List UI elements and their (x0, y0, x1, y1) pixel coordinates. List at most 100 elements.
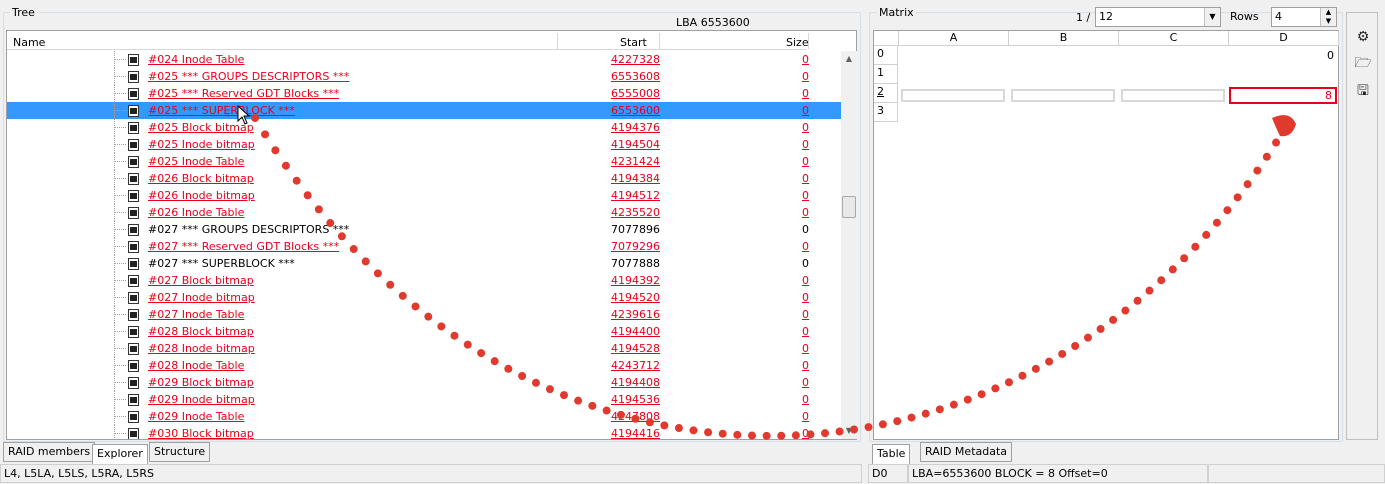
tree-row[interactable]: #026 Inode Table 4235520 0 (7, 204, 841, 221)
tree-row-start[interactable]: 4247808 (567, 410, 660, 423)
tree-row[interactable]: #029 Inode bitmap 4194536 0 (7, 391, 841, 408)
tree-row[interactable]: #025 Inode bitmap 4194504 0 (7, 136, 841, 153)
tree-row-size[interactable]: 0 (707, 155, 809, 168)
tree-row-size[interactable]: 0 (707, 376, 809, 389)
tree-row-size[interactable]: 0 (707, 359, 809, 372)
matrix-grid[interactable]: A B C D 0 1 2 3 0 8 (873, 30, 1339, 440)
tree-row-start[interactable]: 4194408 (567, 376, 660, 389)
tree-row[interactable]: #025 *** Reserved GDT Blocks *** 6555008 0 (7, 85, 841, 102)
tree-row-start[interactable]: 4194376 (567, 121, 660, 134)
tree-row-start[interactable]: 4194520 (567, 291, 660, 304)
tree-row-name[interactable]: #025 *** SUPERBLOCK *** (148, 104, 295, 117)
tree-row[interactable]: #028 Block bitmap 4194400 0 (7, 323, 841, 340)
tree-row-size[interactable]: 0 (707, 206, 809, 219)
rows-spinner[interactable]: 4 ▲ ▼ (1271, 7, 1337, 27)
tree-row-name[interactable]: #026 Inode Table (148, 206, 244, 219)
tree-row-start[interactable]: 4235520 (567, 206, 660, 219)
tree-row-size[interactable]: 0 (707, 172, 809, 185)
tree-row-size[interactable]: 0 (707, 240, 809, 253)
tree-row-size[interactable]: 0 (707, 274, 809, 287)
tree-row-name[interactable]: #029 Inode Table (148, 410, 244, 423)
tree-row[interactable]: #024 Inode Table 4227328 0 (7, 51, 841, 68)
tree-row-name[interactable]: #025 *** GROUPS DESCRIPTORS *** (148, 70, 349, 83)
tree-row[interactable]: #027 *** SUPERBLOCK *** 7077888 0 (7, 255, 841, 272)
tree-row-start[interactable]: 7079296 (567, 240, 660, 253)
tree-row-size[interactable]: 0 (707, 427, 809, 439)
page-select[interactable]: 12 ▼ (1095, 7, 1221, 27)
scroll-thumb[interactable] (842, 196, 856, 218)
tree-row-start[interactable]: 4194384 (567, 172, 660, 185)
tree-row[interactable]: #025 Block bitmap 4194376 0 (7, 119, 841, 136)
scroll-down-arrow-icon[interactable]: ▼ (841, 423, 857, 439)
tree-row-name[interactable]: #028 Inode bitmap (148, 342, 255, 355)
tree-view[interactable]: Name Start Size #024 Inode Table 4227328 0… (6, 30, 857, 440)
tree-row-name[interactable]: #026 Inode bitmap (148, 189, 255, 202)
tree-row[interactable]: #028 Inode bitmap 4194528 0 (7, 340, 841, 357)
tab-raid-metadata[interactable]: RAID Metadata (920, 442, 1013, 462)
tree-row-start[interactable]: 4194504 (567, 138, 660, 151)
spinner-arrows-icon[interactable]: ▲ ▼ (1320, 8, 1336, 26)
column-header-name[interactable]: Name (13, 36, 45, 49)
tree-row-name[interactable]: #024 Inode Table (148, 53, 244, 66)
tree-row-size[interactable]: 0 (707, 308, 809, 321)
tree-row-start[interactable]: 4194416 (567, 427, 660, 439)
tree-row-name[interactable]: #025 Inode Table (148, 155, 244, 168)
tree-row-name[interactable]: #026 Block bitmap (148, 172, 254, 185)
tree-row-size[interactable]: 0 (707, 121, 809, 134)
tree-row-size[interactable]: 0 (707, 138, 809, 151)
tree-row-size[interactable]: 0 (707, 291, 809, 304)
tree-row[interactable]: #027 Block bitmap 4194392 0 (7, 272, 841, 289)
column-header-size[interactable]: Size (786, 36, 809, 49)
settings-gear-icon[interactable]: ⚙ (1353, 27, 1373, 47)
tree-row[interactable]: #025 *** SUPERBLOCK *** 6553600 0 (7, 102, 841, 119)
tree-row[interactable]: #026 Inode bitmap 4194512 0 (7, 187, 841, 204)
tree-row-start[interactable]: 4227328 (567, 53, 660, 66)
tree-row-size[interactable]: 0 (707, 70, 809, 83)
tree-row-name[interactable]: #028 Inode Table (148, 359, 244, 372)
tab-raid-members[interactable]: RAID members (3, 442, 96, 462)
cell-d2[interactable]: 8 (1229, 87, 1337, 104)
tree-row-name[interactable]: #029 Block bitmap (148, 376, 254, 389)
tree-row-name[interactable]: #027 *** Reserved GDT Blocks *** (148, 240, 339, 253)
tree-row-size[interactable]: 0 (707, 257, 809, 270)
tree-row[interactable]: #027 Inode Table 4239616 0 (7, 306, 841, 323)
chevron-down-icon[interactable]: ▼ (1204, 8, 1220, 26)
tree-row-size[interactable]: 0 (707, 325, 809, 338)
tree-row[interactable]: #028 Inode Table 4243712 0 (7, 357, 841, 374)
tree-row-start[interactable]: 4239616 (567, 308, 660, 321)
tree-row-start[interactable]: 4194536 (567, 393, 660, 406)
tree-row[interactable]: #030 Block bitmap 4194416 0 (7, 425, 841, 439)
tree-row-name[interactable]: #029 Inode bitmap (148, 393, 255, 406)
tab-explorer[interactable]: Explorer (92, 444, 148, 464)
tree-row-name[interactable]: #025 *** Reserved GDT Blocks *** (148, 87, 339, 100)
tree-row-name[interactable]: #030 Block bitmap (148, 427, 254, 439)
tree-row-name[interactable]: #027 Inode bitmap (148, 291, 255, 304)
tree-row-start[interactable]: 4194512 (567, 189, 660, 202)
tree-row-start[interactable]: 6553600 (567, 104, 660, 117)
tree-row[interactable]: #025 Inode Table 4231424 0 (7, 153, 841, 170)
cell-c2[interactable] (1121, 89, 1225, 102)
tree-row-name[interactable]: #028 Block bitmap (148, 325, 254, 338)
tree-row-size[interactable]: 0 (707, 189, 809, 202)
column-header-start[interactable]: Start (620, 36, 647, 49)
cell-d0[interactable]: 0 (1274, 49, 1334, 62)
tree-row[interactable]: #029 Block bitmap 4194408 0 (7, 374, 841, 391)
tree-row-start[interactable]: 6553608 (567, 70, 660, 83)
tab-structure[interactable]: Structure (149, 442, 211, 462)
tree-row-start[interactable]: 7077896 (567, 223, 660, 236)
tree-row-size[interactable]: 0 (707, 393, 809, 406)
tree-row[interactable]: #029 Inode Table 4247808 0 (7, 408, 841, 425)
tree-row-start[interactable]: 4194528 (567, 342, 660, 355)
tree-row-size[interactable]: 0 (707, 104, 809, 117)
tree-row[interactable]: #027 *** Reserved GDT Blocks *** 7079296 0 (7, 238, 841, 255)
tree-row-name[interactable]: #027 *** GROUPS DESCRIPTORS *** (148, 223, 349, 236)
tab-table[interactable]: Table (872, 444, 911, 464)
tree-row[interactable]: #025 *** GROUPS DESCRIPTORS *** 6553608 0 (7, 68, 841, 85)
save-disk-icon[interactable]: 🖫 (1353, 81, 1373, 101)
tree-row-name[interactable]: #025 Inode bitmap (148, 138, 255, 151)
tree-row-start[interactable]: 6555008 (567, 87, 660, 100)
tree-row-start[interactable]: 4243712 (567, 359, 660, 372)
tree-row-start[interactable]: 4194400 (567, 325, 660, 338)
tree-row-name[interactable]: #027 Inode Table (148, 308, 244, 321)
tree-row-size[interactable]: 0 (707, 87, 809, 100)
